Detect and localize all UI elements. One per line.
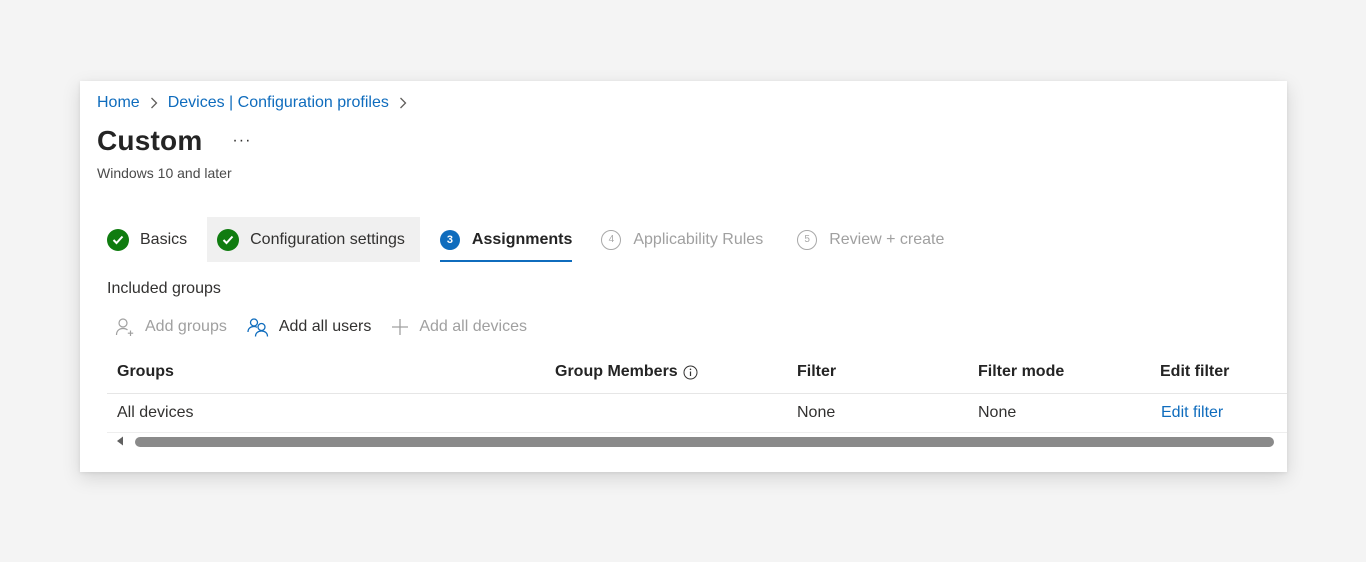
cell-group: All devices bbox=[117, 404, 194, 421]
table-header: Groups Group Members Filter Filter mode … bbox=[107, 351, 1287, 394]
step-label: Review + create bbox=[829, 230, 945, 248]
chevron-right-icon bbox=[150, 97, 158, 109]
cell-filter: None bbox=[797, 404, 836, 421]
breadcrumb: Home Devices | Configuration profiles bbox=[97, 93, 417, 113]
info-icon[interactable] bbox=[683, 365, 698, 380]
more-options-button[interactable]: ··· bbox=[232, 132, 251, 150]
check-circle-icon bbox=[107, 228, 129, 251]
column-header-group-members: Group Members bbox=[555, 351, 698, 393]
column-header-filter: Filter bbox=[797, 363, 837, 380]
assignments-table: Groups Group Members Filter Filter mode … bbox=[107, 351, 1287, 433]
step-number-badge: 3 bbox=[439, 229, 460, 250]
step-label: Basics bbox=[140, 230, 188, 248]
add-groups-label: Add groups bbox=[145, 318, 227, 335]
add-groups-button[interactable]: Add groups bbox=[115, 317, 227, 337]
step-basics[interactable]: Basics bbox=[97, 217, 202, 262]
page-title: Custom bbox=[97, 125, 203, 156]
included-groups-heading: Included groups bbox=[107, 280, 221, 297]
step-label: Assignments bbox=[471, 230, 573, 248]
cell-filter-mode: None bbox=[978, 404, 1017, 421]
step-review-create[interactable]: 5 Review + create bbox=[797, 217, 959, 262]
wizard-steps: Basics Configuration settings 3 Assignme… bbox=[97, 217, 959, 263]
step-label: Applicability Rules bbox=[633, 230, 764, 248]
assignment-toolbar: Add groups Add all users Add all devices bbox=[115, 317, 547, 337]
check-circle-icon bbox=[217, 228, 240, 251]
step-label: Configuration settings bbox=[250, 230, 405, 248]
column-header-filter-mode: Filter mode bbox=[978, 363, 1065, 380]
assignment-panel: Home Devices | Configuration profiles Cu… bbox=[80, 81, 1287, 472]
add-all-devices-label: Add all devices bbox=[419, 318, 527, 335]
add-all-users-button[interactable]: Add all users bbox=[247, 317, 372, 337]
column-header-groups: Groups bbox=[117, 363, 174, 380]
add-all-devices-button[interactable]: Add all devices bbox=[391, 318, 527, 336]
scrollbar-thumb[interactable] bbox=[135, 437, 1274, 447]
step-number-badge: 4 bbox=[601, 229, 622, 250]
breadcrumb-home[interactable]: Home bbox=[97, 94, 140, 112]
people-icon bbox=[247, 317, 269, 337]
table-row: All devices None None Edit filter bbox=[107, 394, 1287, 433]
caret-left-icon[interactable] bbox=[116, 436, 124, 446]
column-header-edit-filter: Edit filter bbox=[1160, 363, 1230, 380]
title-row: Custom ··· bbox=[97, 125, 251, 157]
add-all-users-label: Add all users bbox=[278, 318, 372, 335]
plus-icon bbox=[391, 318, 409, 336]
step-applicability-rules[interactable]: 4 Applicability Rules bbox=[601, 217, 778, 262]
step-assignments[interactable]: 3 Assignments bbox=[439, 217, 573, 262]
chevron-right-icon bbox=[399, 97, 407, 109]
edit-filter-link[interactable]: Edit filter bbox=[1161, 394, 1223, 432]
breadcrumb-configuration-profiles[interactable]: Devices | Configuration profiles bbox=[168, 94, 389, 112]
step-number-badge: 5 bbox=[797, 229, 818, 250]
step-configuration-settings[interactable]: Configuration settings bbox=[207, 217, 420, 262]
column-header-label: Group Members bbox=[555, 363, 678, 380]
person-add-icon bbox=[115, 317, 135, 337]
horizontal-scrollbar[interactable] bbox=[107, 434, 1274, 448]
page-subtitle: Windows 10 and later bbox=[97, 165, 232, 181]
